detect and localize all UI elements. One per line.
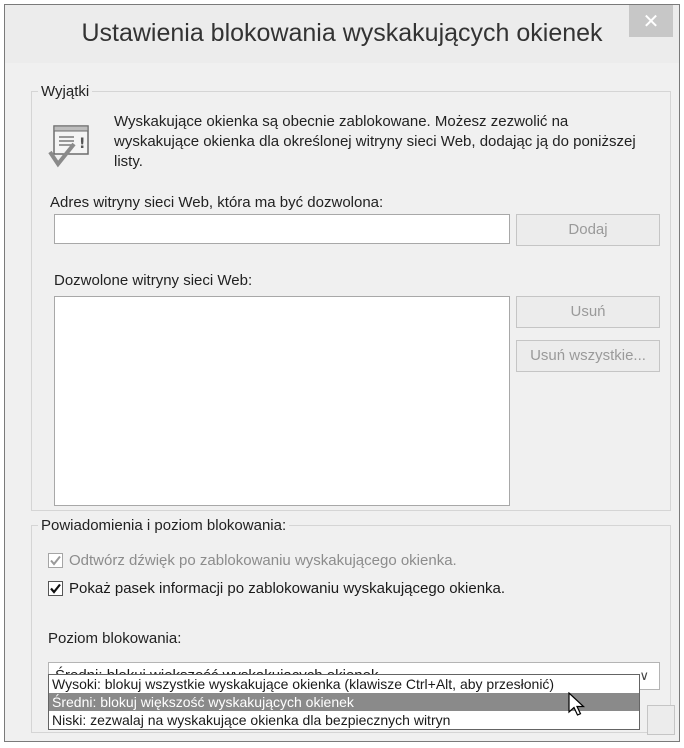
notifications-legend: Powiadomienia i poziom blokowania: [41, 517, 287, 534]
exceptions-legend: Wyjątki [41, 83, 90, 100]
window-title: Ustawienia blokowania wyskakujących okie… [81, 19, 603, 47]
play-sound-option[interactable]: Odtwórz dźwięk po zablokowaniu wyskakują… [48, 552, 457, 569]
checkmark-icon [50, 583, 61, 594]
exceptions-group: Wyjątki ! Wyskakujące okienka są obecnie… [31, 83, 671, 511]
close-dialog-button[interactable] [647, 705, 675, 735]
remove-button[interactable]: Usuń [516, 296, 660, 328]
show-bar-checkbox[interactable] [48, 581, 63, 596]
mouse-cursor-icon [568, 692, 586, 716]
play-sound-label: Odtwórz dźwięk po zablokowaniu wyskakują… [69, 552, 457, 569]
allowed-sites-list[interactable] [54, 296, 510, 506]
blocking-level-dropdown: Wysoki: blokuj wszystkie wyskakujące oki… [48, 674, 640, 730]
address-input[interactable] [54, 214, 510, 244]
address-label: Adres witryny sieci Web, która ma być do… [50, 194, 384, 211]
add-button[interactable]: Dodaj [516, 214, 660, 246]
close-icon: ✕ [642, 9, 660, 33]
popup-blocker-settings-window: Ustawienia blokowania wyskakujących okie… [4, 4, 680, 742]
blocking-level-label: Poziom blokowania: [48, 630, 182, 647]
level-option-high[interactable]: Wysoki: blokuj wszystkie wyskakujące oki… [49, 675, 639, 693]
popup-blocked-info-icon: ! [48, 125, 89, 168]
level-option-medium[interactable]: Średni: blokuj większość wyskakujących o… [49, 693, 639, 711]
title-bar: Ustawienia blokowania wyskakujących okie… [5, 5, 679, 63]
show-bar-option[interactable]: Pokaż pasek informacji po zablokowaniu w… [48, 580, 505, 597]
show-bar-label: Pokaż pasek informacji po zablokowaniu w… [69, 580, 506, 597]
chevron-down-icon: ∨ [639, 668, 649, 683]
svg-text:!: ! [79, 136, 85, 152]
info-text: Wyskakujące okienka są obecnie zablokowa… [114, 113, 636, 170]
allowed-sites-label: Dozwolone witryny sieci Web: [54, 272, 253, 289]
remove-all-button[interactable]: Usuń wszystkie... [516, 340, 660, 372]
level-option-low[interactable]: Niski: zezwalaj na wyskakujące okienka d… [49, 711, 639, 729]
close-button[interactable]: ✕ [629, 5, 673, 37]
play-sound-checkbox[interactable] [48, 553, 63, 568]
checkmark-icon [50, 555, 61, 566]
